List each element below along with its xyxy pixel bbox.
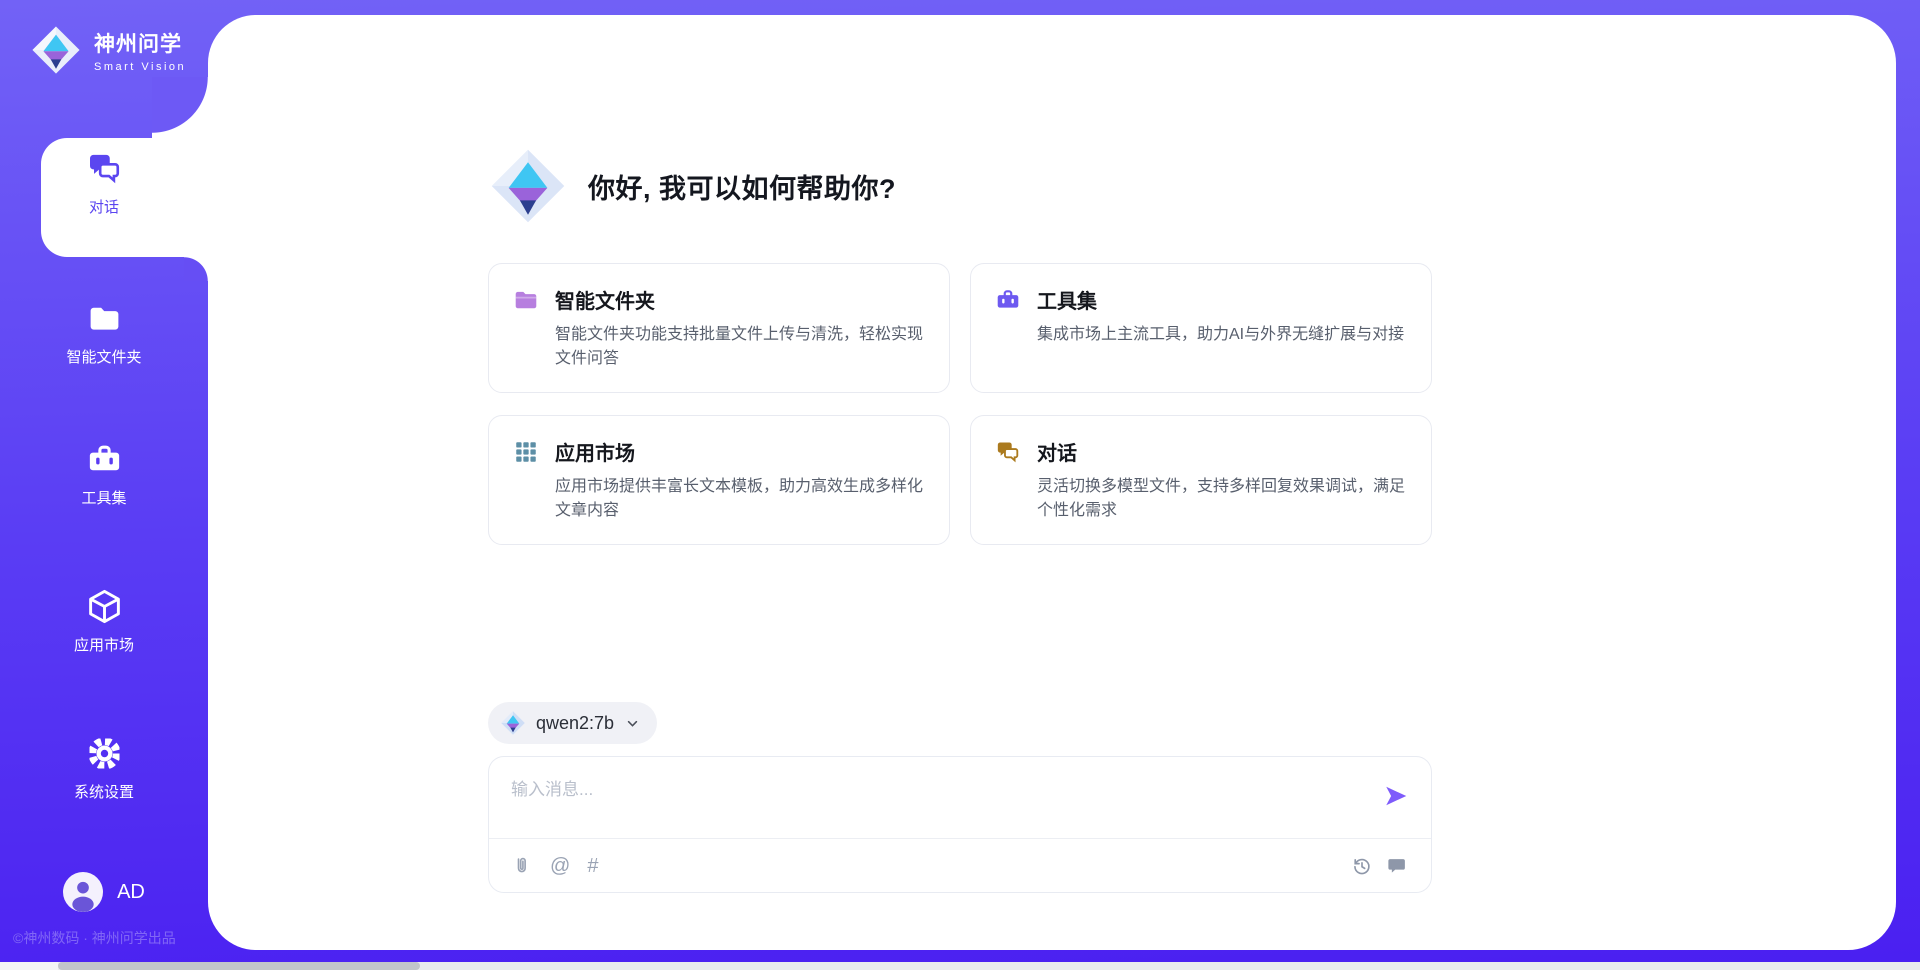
person-icon: [63, 872, 103, 912]
feature-cards: 智能文件夹 智能文件夹功能支持批量文件上传与清洗，轻松实现文件问答 工具集 集成…: [488, 263, 1432, 545]
card-title: 工具集: [1037, 285, 1097, 314]
sidebar-item-chat[interactable]: 对话: [0, 150, 208, 217]
sidebar-item-toolset[interactable]: 工具集: [0, 441, 208, 508]
sidebar-item-app-market[interactable]: 应用市场: [0, 588, 208, 655]
sidebar-item-label: 系统设置: [74, 781, 134, 802]
brand-logo: 神州问学 Smart Vision: [30, 24, 186, 76]
card-app-market[interactable]: 应用市场 应用市场提供丰富长文本模板，助力高效生成多样化文章内容: [488, 415, 950, 545]
gear-icon: [86, 735, 123, 772]
model-selector[interactable]: qwen2:7b: [488, 702, 657, 744]
chat-icon: [86, 150, 123, 187]
sidebar-item-label: 智能文件夹: [66, 346, 141, 367]
card-title: 智能文件夹: [555, 285, 655, 314]
cube-icon: [86, 588, 123, 625]
attach-button[interactable]: [511, 855, 533, 877]
chat-icon: [995, 439, 1021, 465]
card-toolset[interactable]: 工具集 集成市场上主流工具，助力AI与外界无缝扩展与对接: [970, 263, 1432, 393]
message-input[interactable]: [511, 775, 1361, 827]
sidebar-item-label: 工具集: [81, 487, 126, 508]
brand-subtitle: Smart Vision: [94, 61, 186, 73]
sidebar-item-smart-folder[interactable]: 智能文件夹: [0, 300, 208, 367]
horizontal-scrollbar: [0, 962, 1920, 970]
copyright-footer: ©神州数码 · 神州问学出品: [13, 928, 176, 948]
brand-name: 神州问学: [94, 28, 186, 58]
chevron-down-icon: [624, 715, 641, 732]
main-content: 你好, 我可以如何帮助你? 智能文件夹 智能文件夹功能支持批量文件上传与清洗，轻…: [488, 0, 1432, 893]
card-description: 智能文件夹功能支持批量文件上传与清洗，轻松实现文件问答: [555, 323, 925, 372]
card-title: 应用市场: [555, 437, 635, 466]
greeting-row: 你好, 我可以如何帮助你?: [488, 145, 1432, 227]
assistant-logo-icon: [488, 146, 568, 226]
history-button[interactable]: [1351, 855, 1373, 877]
user-name: AD: [117, 881, 145, 904]
card-smart-folder[interactable]: 智能文件夹 智能文件夹功能支持批量文件上传与清洗，轻松实现文件问答: [488, 263, 950, 393]
paperclip-icon: [511, 855, 533, 877]
grid-icon: [513, 439, 539, 465]
greeting-title: 你好, 我可以如何帮助你?: [588, 167, 896, 206]
hashtag-button[interactable]: #: [587, 855, 598, 877]
feedback-button[interactable]: [1387, 855, 1409, 877]
composer-toolbar: @ #: [511, 850, 1409, 882]
card-description: 集成市场上主流工具，助力AI与外界无缝扩展与对接: [1037, 323, 1407, 347]
folder-icon: [86, 300, 123, 337]
send-button[interactable]: [1383, 783, 1409, 812]
sidebar-item-settings[interactable]: 系统设置: [0, 735, 208, 802]
avatar: [63, 872, 103, 912]
model-name: qwen2:7b: [536, 713, 614, 734]
sidebar: 神州问学 Smart Vision 对话 智能文件夹 工具: [0, 0, 208, 970]
briefcase-icon: [995, 287, 1021, 313]
card-description: 应用市场提供丰富长文本模板，助力高效生成多样化文章内容: [555, 475, 925, 524]
card-title: 对话: [1037, 437, 1077, 466]
sidebar-item-label: 应用市场: [74, 634, 134, 655]
mention-button[interactable]: @: [550, 855, 570, 877]
history-icon: [1351, 855, 1373, 877]
scrollbar-thumb[interactable]: [58, 962, 420, 970]
card-description: 灵活切换多模型文件，支持多样回复效果调试，满足个性化需求: [1037, 475, 1407, 524]
composer-divider: [489, 838, 1431, 839]
message-square-icon: [1387, 855, 1409, 877]
app-root: 神州问学 Smart Vision 对话 智能文件夹 工具: [0, 0, 1920, 970]
scrollbar-corner: [0, 962, 58, 970]
brand-diamond-icon: [30, 24, 82, 76]
briefcase-icon: [86, 441, 123, 478]
card-chat[interactable]: 对话 灵活切换多模型文件，支持多样回复效果调试，满足个性化需求: [970, 415, 1432, 545]
folder-icon: [513, 287, 539, 313]
message-composer: @ #: [488, 756, 1432, 893]
user-profile[interactable]: AD: [0, 872, 208, 912]
sidebar-item-label: 对话: [89, 196, 119, 217]
send-icon: [1383, 783, 1409, 809]
model-logo-icon: [500, 710, 526, 736]
